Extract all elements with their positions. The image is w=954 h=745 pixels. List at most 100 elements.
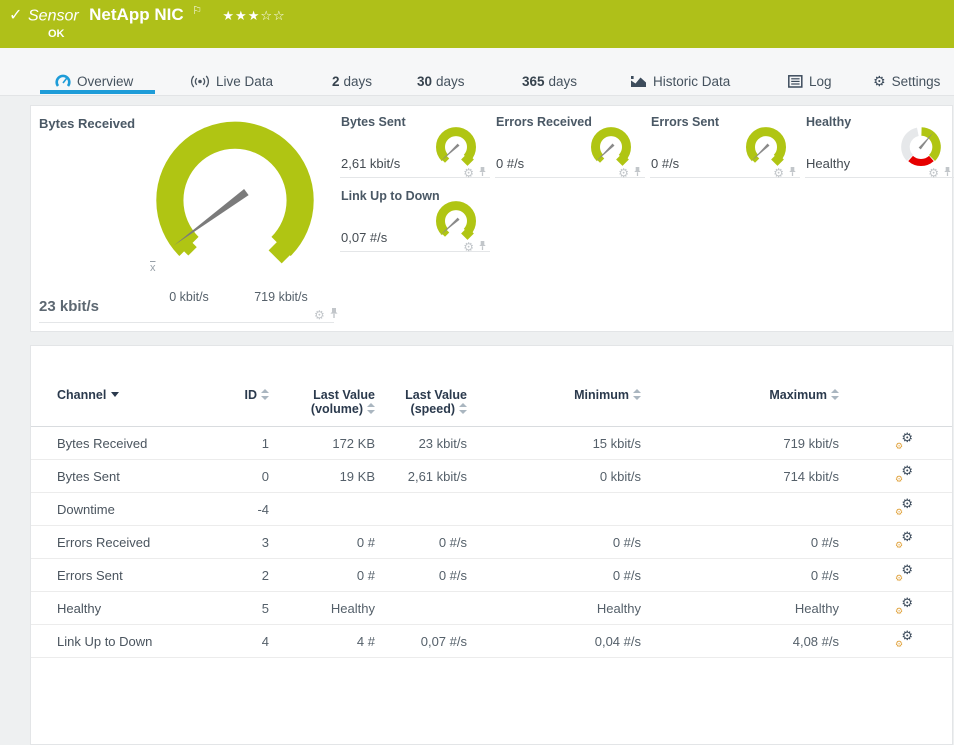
channel-table: Channel ID Last Value(volume) Last Value…	[31, 346, 952, 658]
gauge-healthy: Healthy Healthy ⚙	[805, 110, 954, 178]
column-header-maximum[interactable]: Maximum	[641, 346, 839, 427]
gauge-value: 23 kbit/s	[39, 298, 99, 315]
edit-channel-gears-icon[interactable]: ⚙⚙	[895, 632, 913, 648]
sort-icon	[459, 403, 467, 414]
tab-live-data[interactable]: Live Data	[190, 74, 273, 91]
tab-historic-data[interactable]: Historic Data	[630, 74, 730, 91]
pin-icon[interactable]	[943, 166, 952, 177]
column-header-actions	[839, 346, 952, 427]
maximum: 4,08 #/s	[641, 625, 839, 658]
gauge-value: Healthy	[806, 156, 850, 171]
edit-channel-gears-icon[interactable]: ⚙⚙	[895, 434, 913, 450]
pin-icon[interactable]	[633, 166, 642, 177]
gear-icon: ⚙	[873, 74, 886, 90]
column-header-last-value-volume[interactable]: Last Value(volume)	[269, 346, 375, 427]
table-row: Errors Sent 2 0 # 0 #/s 0 #/s 0 #/s ⚙⚙	[31, 559, 952, 592]
tab-label: days	[436, 74, 465, 89]
priority-stars[interactable]: ★★★☆☆	[222, 9, 285, 24]
column-header-id[interactable]: ID	[221, 346, 269, 427]
tab-log[interactable]: Log	[788, 74, 832, 91]
table-row: Bytes Received 1 172 KB 23 kbit/s 15 kbi…	[31, 427, 952, 460]
favorite-flag-icon[interactable]: ⚐	[192, 4, 202, 17]
area-chart-icon	[630, 75, 647, 91]
table-row: Bytes Sent 0 19 KB 2,61 kbit/s 0 kbit/s …	[31, 460, 952, 493]
channel-name: Downtime	[31, 493, 221, 526]
minimum: 15 kbit/s	[467, 427, 641, 460]
edit-channel-gears-icon[interactable]: ⚙⚙	[895, 500, 913, 516]
minimum	[467, 493, 641, 526]
tab-overview[interactable]: Overview	[55, 74, 133, 91]
tab-label: days	[549, 74, 578, 89]
tab-2-days[interactable]: 2days	[332, 74, 372, 89]
gauge-title: Errors Received	[496, 115, 592, 129]
channel-settings-gear-icon[interactable]: ⚙	[314, 308, 325, 322]
last-value-volume: 0 #	[269, 559, 375, 592]
last-value-volume: Healthy	[269, 592, 375, 625]
gauge-value: 0 #/s	[496, 156, 524, 171]
channel-settings-gear-icon[interactable]: ⚙	[928, 166, 939, 180]
gauge-title: Bytes Sent	[341, 115, 406, 129]
sensor-status-badge: OK	[48, 28, 65, 40]
tab-30-days[interactable]: 30days	[417, 74, 465, 89]
channel-settings-gear-icon[interactable]: ⚙	[463, 240, 474, 254]
edit-channel-gears-icon[interactable]: ⚙⚙	[895, 467, 913, 483]
tab-settings[interactable]: ⚙ Settings	[873, 74, 940, 90]
tab-label: Live Data	[216, 74, 273, 89]
pin-icon[interactable]	[478, 240, 487, 251]
channel-name: Healthy	[31, 592, 221, 625]
average-marker: x	[150, 262, 156, 274]
channel-settings-gear-icon[interactable]: ⚙	[773, 166, 784, 180]
column-header-last-value-speed[interactable]: Last Value(speed)	[375, 346, 467, 427]
tab-label: days	[344, 74, 373, 89]
table-row: Downtime -4 ⚙⚙	[31, 493, 952, 526]
maximum: Healthy	[641, 592, 839, 625]
last-value-speed	[375, 592, 467, 625]
sort-icon	[367, 403, 375, 414]
minimum: Healthy	[467, 592, 641, 625]
channel-id: 5	[221, 592, 269, 625]
gauge-value: 0,07 #/s	[341, 230, 387, 245]
pin-icon[interactable]	[478, 166, 487, 177]
minimum: 0 #/s	[467, 526, 641, 559]
gauge-link-up-to-down: Link Up to Down 0,07 #/s ⚙	[340, 184, 490, 252]
tab-365-days[interactable]: 365days	[522, 74, 577, 89]
maximum: 0 #/s	[641, 526, 839, 559]
channel-name: Bytes Received	[31, 427, 221, 460]
last-value-speed: 2,61 kbit/s	[375, 460, 467, 493]
sort-icon	[261, 389, 269, 400]
table-row: Healthy 5 Healthy Healthy Healthy ⚙⚙	[31, 592, 952, 625]
gauge-bytes-sent: Bytes Sent 2,61 kbit/s ⚙	[340, 110, 490, 178]
maximum	[641, 493, 839, 526]
column-header-minimum[interactable]: Minimum	[467, 346, 641, 427]
channel-settings-gear-icon[interactable]: ⚙	[618, 166, 629, 180]
channel-name: Bytes Sent	[31, 460, 221, 493]
gauge-icon	[55, 74, 71, 91]
minimum: 0,04 #/s	[467, 625, 641, 658]
pin-icon[interactable]	[329, 307, 339, 319]
last-value-volume: 19 KB	[269, 460, 375, 493]
maximum: 714 kbit/s	[641, 460, 839, 493]
pin-icon[interactable]	[788, 166, 797, 177]
gauge-title: Healthy	[806, 115, 851, 129]
sort-icon	[831, 389, 839, 400]
channel-settings-gear-icon[interactable]: ⚙	[463, 166, 474, 180]
sort-direction-icon	[111, 392, 119, 397]
sensor-header: ✓ Sensor NetApp NIC ⚐ ★★★☆☆ OK	[0, 0, 954, 48]
column-header-channel[interactable]: Channel	[31, 346, 221, 427]
table-header-row: Channel ID Last Value(volume) Last Value…	[31, 346, 952, 427]
edit-channel-gears-icon[interactable]: ⚙⚙	[895, 599, 913, 615]
channel-id: 3	[221, 526, 269, 559]
sensor-name: NetApp NIC	[89, 5, 183, 24]
maximum: 719 kbit/s	[641, 427, 839, 460]
active-tab-indicator	[40, 90, 155, 94]
edit-channel-gears-icon[interactable]: ⚙⚙	[895, 533, 913, 549]
last-value-volume: 4 #	[269, 625, 375, 658]
gauge-bytes-received: Bytes Received x 0 kbit/s 719 kbit/s 23 …	[31, 106, 337, 324]
tab-label: Settings	[892, 74, 941, 89]
divider	[39, 322, 334, 323]
last-value-volume	[269, 493, 375, 526]
last-value-speed	[375, 493, 467, 526]
broadcast-icon	[190, 75, 210, 91]
edit-channel-gears-icon[interactable]: ⚙⚙	[895, 566, 913, 582]
last-value-speed: 23 kbit/s	[375, 427, 467, 460]
